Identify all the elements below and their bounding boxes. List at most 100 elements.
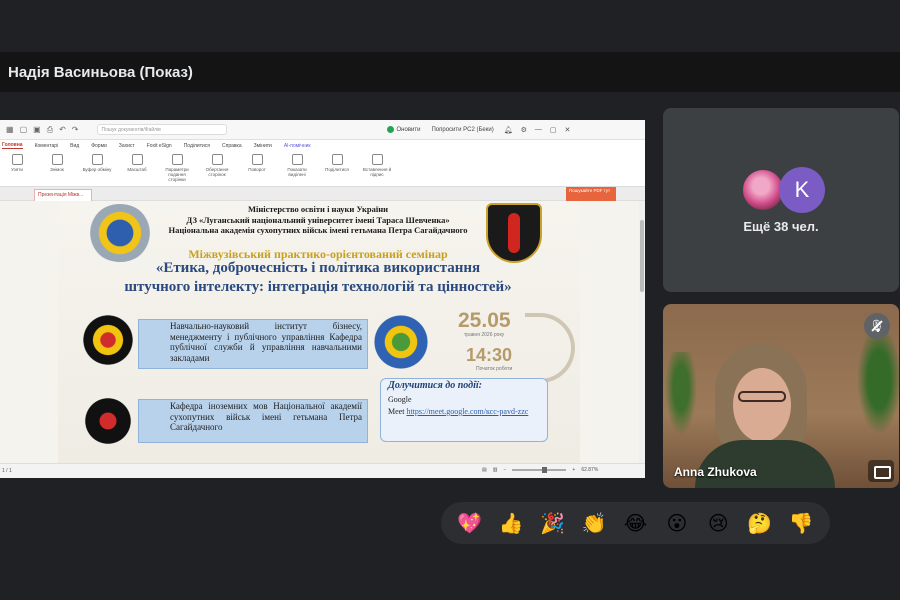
zoom-icon [131,154,143,165]
ribbon-highlight-button[interactable]: Показати виділені [282,154,312,177]
menu-item-edit[interactable]: Змінити [254,143,272,149]
app-menu-icon[interactable]: ▦ [6,125,14,135]
curved-arrow-icon [525,313,575,383]
join-line: Meet https://meet.google.com/ксс-pavd-zz… [388,407,529,416]
ribbon-rotate-pages-button[interactable]: Обертання сторінок [202,154,232,177]
menu-bar: Головна Коментарі Вид Форми Захист Foxit… [0,140,645,151]
mic-muted-icon[interactable]: 🎙︎ [864,313,890,339]
sad-reaction[interactable]: 😢 [700,505,736,541]
clap-reaction[interactable]: 👏 [576,505,612,541]
update-button[interactable]: Оновити [397,127,421,133]
meet-link[interactable]: https://meet.google.com/ксс-pavd-zzc [406,407,528,416]
ribbon-zoom-button[interactable]: Масштаб [122,154,152,172]
ribbon-toolbar: Узяти Знімок Буфер обміну Масштаб Параме… [0,151,645,187]
presenter-bar: Надія Васиньова (Показ) [0,52,900,92]
more-participants-label: Ещё 38 чел. [743,219,819,234]
zoom-out-icon[interactable]: − [503,467,506,473]
menu-item-home[interactable]: Головна [2,142,23,149]
document-tab[interactable]: Презентація Міжв... [34,189,92,201]
department-emblem [373,314,429,370]
presentation-slide: Міністерство освіти і науки України ДЗ «… [58,201,580,463]
recommend-button[interactable]: Попросити PC2 (Беки) [431,127,493,133]
page-icon [171,154,183,165]
party-reaction[interactable]: 🎉 [535,505,571,541]
thinking-reaction[interactable]: 🤔 [742,505,778,541]
search-input[interactable]: Пошук документів/Файлів [96,124,227,135]
menu-item-view[interactable]: Вид [70,143,79,149]
event-date-sub: травня 2026 року [464,332,505,338]
undo-icon[interactable]: ↶ [59,125,66,135]
speaker-face [733,368,791,442]
promo-notice[interactable]: Пошукайте PDF тут [566,187,616,201]
settings-icon[interactable]: ⚙ [521,126,527,134]
page-indicator[interactable]: 1 / 1 [2,468,12,474]
ribbon-page-view-button[interactable]: Параметри подання сторінки [162,154,192,182]
ribbon-clipboard-button[interactable]: Буфер обміну [82,154,112,172]
event-date: 25.05 [458,309,511,332]
thumbs-up-reaction[interactable]: 👍 [493,505,529,541]
surprised-reaction[interactable]: 😮 [659,505,695,541]
camera-icon [51,154,63,165]
shared-screen[interactable]: ▦ ▢ ▣ ⎙ ↶ ↷ Пошук документів/Файлів Онов… [0,120,645,478]
org1-text: Навчально-науковий інститут бізнесу, мен… [170,321,362,363]
menu-item-esign[interactable]: Foxit eSign [147,143,172,149]
pen-icon [371,154,383,165]
highlight-icon [291,154,303,165]
scrollbar-thumb[interactable] [640,220,644,292]
ribbon-share-button[interactable]: Поділитися [322,154,352,172]
event-time: 14:30 [466,345,513,365]
academy-small-emblem [84,397,132,445]
update-icon [386,126,394,133]
menu-item-comments[interactable]: Коментарі [35,143,59,149]
minimize-icon[interactable]: — [535,126,542,134]
plant-decoration [855,330,899,440]
zoom-level[interactable]: 62.87% [581,467,598,473]
status-bar: 1 / 1 ▤ ▥ − + 62.87% [0,463,645,478]
close-icon[interactable]: ✕ [565,126,571,134]
menu-item-share[interactable]: Поділитися [184,143,210,149]
slide-side-decoration [0,201,58,463]
rotate-icon [211,154,223,165]
participant-avatar-letter: K [779,167,825,213]
menu-item-ai[interactable]: AI-помічник [284,143,311,149]
picture-in-picture-icon[interactable] [868,460,894,482]
slide-side-decoration [580,201,639,463]
maximize-icon[interactable]: ▢ [550,126,557,134]
zoom-slider[interactable] [512,467,567,473]
slide-header: Міністерство освіти і науки України ДЗ «… [168,204,468,235]
reactions-bar: 💖 👍 🎉 👏 😂 😮 😢 🤔 👎 [441,502,830,544]
plant-decoration [663,352,699,442]
heart-reaction[interactable]: 💖 [452,505,488,541]
two-page-icon[interactable]: ▥ [493,467,498,473]
ribbon-snapshot-button[interactable]: Знімок [42,154,72,172]
bell-icon[interactable]: 🔔︎ [504,126,513,134]
presenter-name: Надія Васиньова (Показ) [8,63,193,81]
print-icon[interactable]: ⎙ [47,125,53,135]
ribbon-rotate-button[interactable]: Поворот [242,154,272,172]
institute-emblem [82,314,134,366]
menu-item-protect[interactable]: Захист [119,143,135,149]
zoom-in-icon[interactable]: + [572,467,575,473]
ribbon-take-button[interactable]: Узяти [2,154,32,172]
rotate-view-icon [251,154,263,165]
single-page-icon[interactable]: ▤ [482,467,487,473]
join-title: Долучитися до події: [388,380,482,391]
app-titlebar: ▦ ▢ ▣ ⎙ ↶ ↷ Пошук документів/Файлів Онов… [0,120,645,140]
ribbon-sign-button[interactable]: Вставлення й підпис [362,154,392,177]
hand-icon [11,154,23,165]
document-workspace: Міністерство освіти і науки України ДЗ «… [0,201,645,463]
clipboard-icon [91,154,103,165]
event-time-sub: Початок роботи [476,366,513,372]
share-icon [331,154,343,165]
laugh-reaction[interactable]: 😂 [617,505,653,541]
org2-text: Кафедра іноземних мов Національної акаде… [170,401,362,432]
open-icon[interactable]: ▢ [20,125,28,135]
redo-icon[interactable]: ↷ [72,125,79,135]
document-tabs: Презентація Міжв... [0,187,645,201]
meet-window: Надія Васиньова (Показ) ▦ ▢ ▣ ⎙ ↶ ↷ Пошу… [0,0,900,600]
thumbs-down-reaction[interactable]: 👎 [783,505,819,541]
join-platform: Google [388,395,412,404]
save-icon[interactable]: ▣ [33,125,41,135]
menu-item-help[interactable]: Справка [222,143,242,149]
menu-item-forms[interactable]: Форми [91,143,107,149]
